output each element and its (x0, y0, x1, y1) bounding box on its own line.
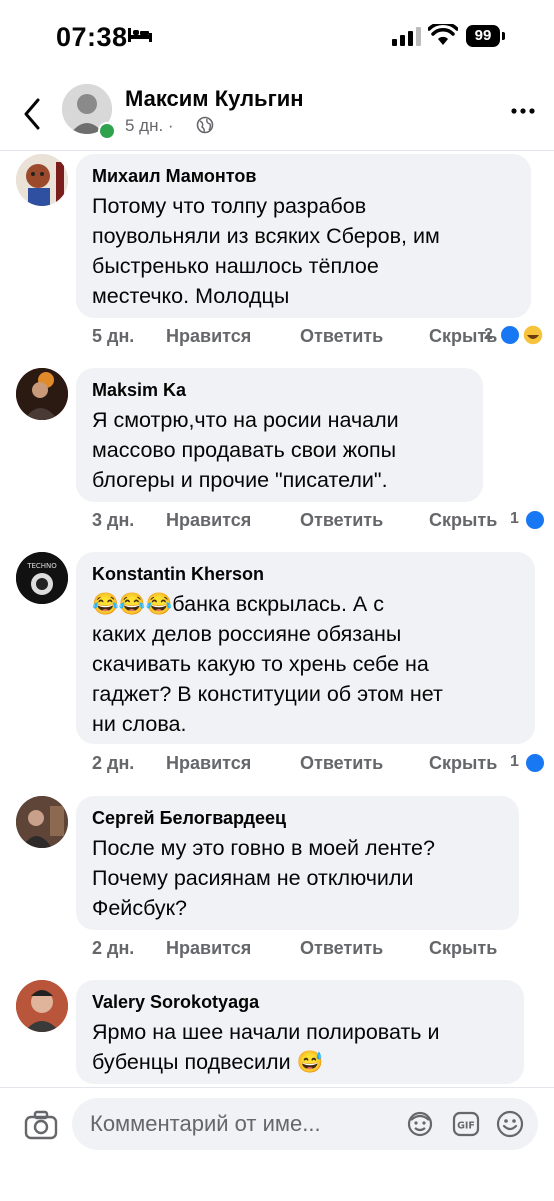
bed-icon (128, 28, 152, 42)
battery-tip (502, 32, 505, 40)
svg-text:TECHNO: TECHNO (26, 562, 57, 570)
commenter-name[interactable]: Сергей Белогвардеец (92, 808, 503, 829)
reply-button[interactable]: Ответить (300, 753, 383, 774)
comment-text: Я смотрю,что на росии начали массово про… (92, 408, 399, 492)
comment-actions: 5 дн. Нравится Ответить Скрыть (92, 326, 542, 350)
hide-button[interactable]: Скрыть (429, 753, 497, 774)
haha-reaction-icon[interactable] (522, 324, 544, 346)
commenter-avatar[interactable] (16, 154, 68, 206)
gif-icon[interactable]: GIF (452, 1110, 480, 1138)
commenter-avatar[interactable] (16, 796, 68, 848)
signal-icon (392, 27, 421, 46)
author-name[interactable]: Максим Кульгин (125, 86, 304, 112)
like-button[interactable]: Нравится (166, 326, 251, 347)
commenter-name[interactable]: Konstantin Kherson (92, 564, 519, 585)
like-reaction-icon[interactable] (525, 753, 545, 773)
techno-avatar-icon: TECHNO (16, 552, 68, 604)
hide-button[interactable]: Скрыть (429, 938, 497, 959)
commenter-name[interactable]: Maksim Ka (92, 380, 467, 401)
hide-button[interactable]: Скрыть (429, 510, 497, 531)
comment-text: 😂😂😂банка вскрылась. А с каких делов росс… (92, 592, 443, 736)
reply-button[interactable]: Ответить (300, 938, 383, 959)
post-time: 5 дн. · (125, 116, 174, 135)
commenter-name[interactable]: Valery Sorokotyaga (92, 992, 508, 1013)
comment-time: 3 дн. (92, 510, 135, 530)
person-photo-icon (16, 980, 68, 1032)
more-icon[interactable] (510, 106, 536, 116)
comment-text: Потому что толпу разрабов поувольняли из… (92, 194, 440, 308)
dog-avatar-icon (16, 154, 68, 206)
battery-level: 99 (466, 25, 500, 47)
status-bar: 07:38 99 (0, 0, 554, 78)
wifi-icon (428, 24, 458, 45)
comment-text: После му это говно в моей ленте? Почему … (92, 836, 435, 920)
camera-icon[interactable] (24, 1110, 58, 1140)
online-indicator (98, 122, 116, 140)
comment-bubble[interactable]: Konstantin Kherson 😂😂😂банка вскрылась. А… (76, 552, 535, 744)
commenter-avatar[interactable] (16, 368, 68, 420)
person-photo-icon (16, 368, 68, 420)
reply-button[interactable]: Ответить (300, 510, 383, 531)
comment-actions: 3 дн. Нравится Ответить Скрыть (92, 510, 542, 534)
like-reaction-icon[interactable] (500, 325, 520, 345)
status-time: 07:38 (56, 22, 128, 52)
avatar-sticker-icon[interactable] (406, 1110, 434, 1138)
like-button[interactable]: Нравится (166, 510, 251, 531)
globe-icon (196, 116, 214, 134)
commenter-name[interactable]: Михаил Мамонтов (92, 166, 515, 187)
comment-actions: 2 дн. Нравится Ответить Скрыть (92, 938, 542, 962)
comment-bubble[interactable]: Valery Sorokotyaga Ярмо на шее начали по… (76, 980, 524, 1084)
commenter-avatar[interactable] (16, 980, 68, 1032)
like-button[interactable]: Нравится (166, 753, 251, 774)
comment-time: 2 дн. (92, 938, 135, 958)
comment-text: Ярмо на шее начали полировать и бубенцы … (92, 1020, 440, 1074)
reply-button[interactable]: Ответить (300, 326, 383, 347)
reaction-count: 2 (484, 326, 493, 343)
comment-actions: 2 дн. Нравится Ответить Скрыть (92, 753, 542, 777)
emoji-icon[interactable] (496, 1110, 524, 1138)
comment-time: 5 дн. (92, 326, 135, 346)
like-button[interactable]: Нравится (166, 938, 251, 959)
post-header: Максим Кульгин 5 дн. · (0, 78, 554, 151)
comment-time: 2 дн. (92, 753, 135, 773)
comment-bubble[interactable]: Михаил Мамонтов Потому что толпу разрабо… (76, 154, 531, 318)
comment-input[interactable]: Комментарий от име... GIF (72, 1098, 538, 1150)
back-icon[interactable] (18, 96, 46, 132)
svg-text:GIF: GIF (457, 1121, 475, 1132)
comment-bubble[interactable]: Сергей Белогвардеец После му это говно в… (76, 796, 519, 930)
reaction-count: 1 (510, 510, 519, 527)
reaction-count: 1 (510, 753, 519, 770)
battery-indicator: 99 (466, 25, 506, 47)
like-reaction-icon[interactable] (525, 510, 545, 530)
comment-input-placeholder: Комментарий от име... (90, 1111, 321, 1136)
comment-input-bar: Комментарий от име... GIF (0, 1087, 554, 1201)
person-photo-icon (16, 796, 68, 848)
commenter-avatar[interactable]: TECHNO (16, 552, 68, 604)
comment-bubble[interactable]: Maksim Ka Я смотрю,что на росии начали м… (76, 368, 483, 502)
